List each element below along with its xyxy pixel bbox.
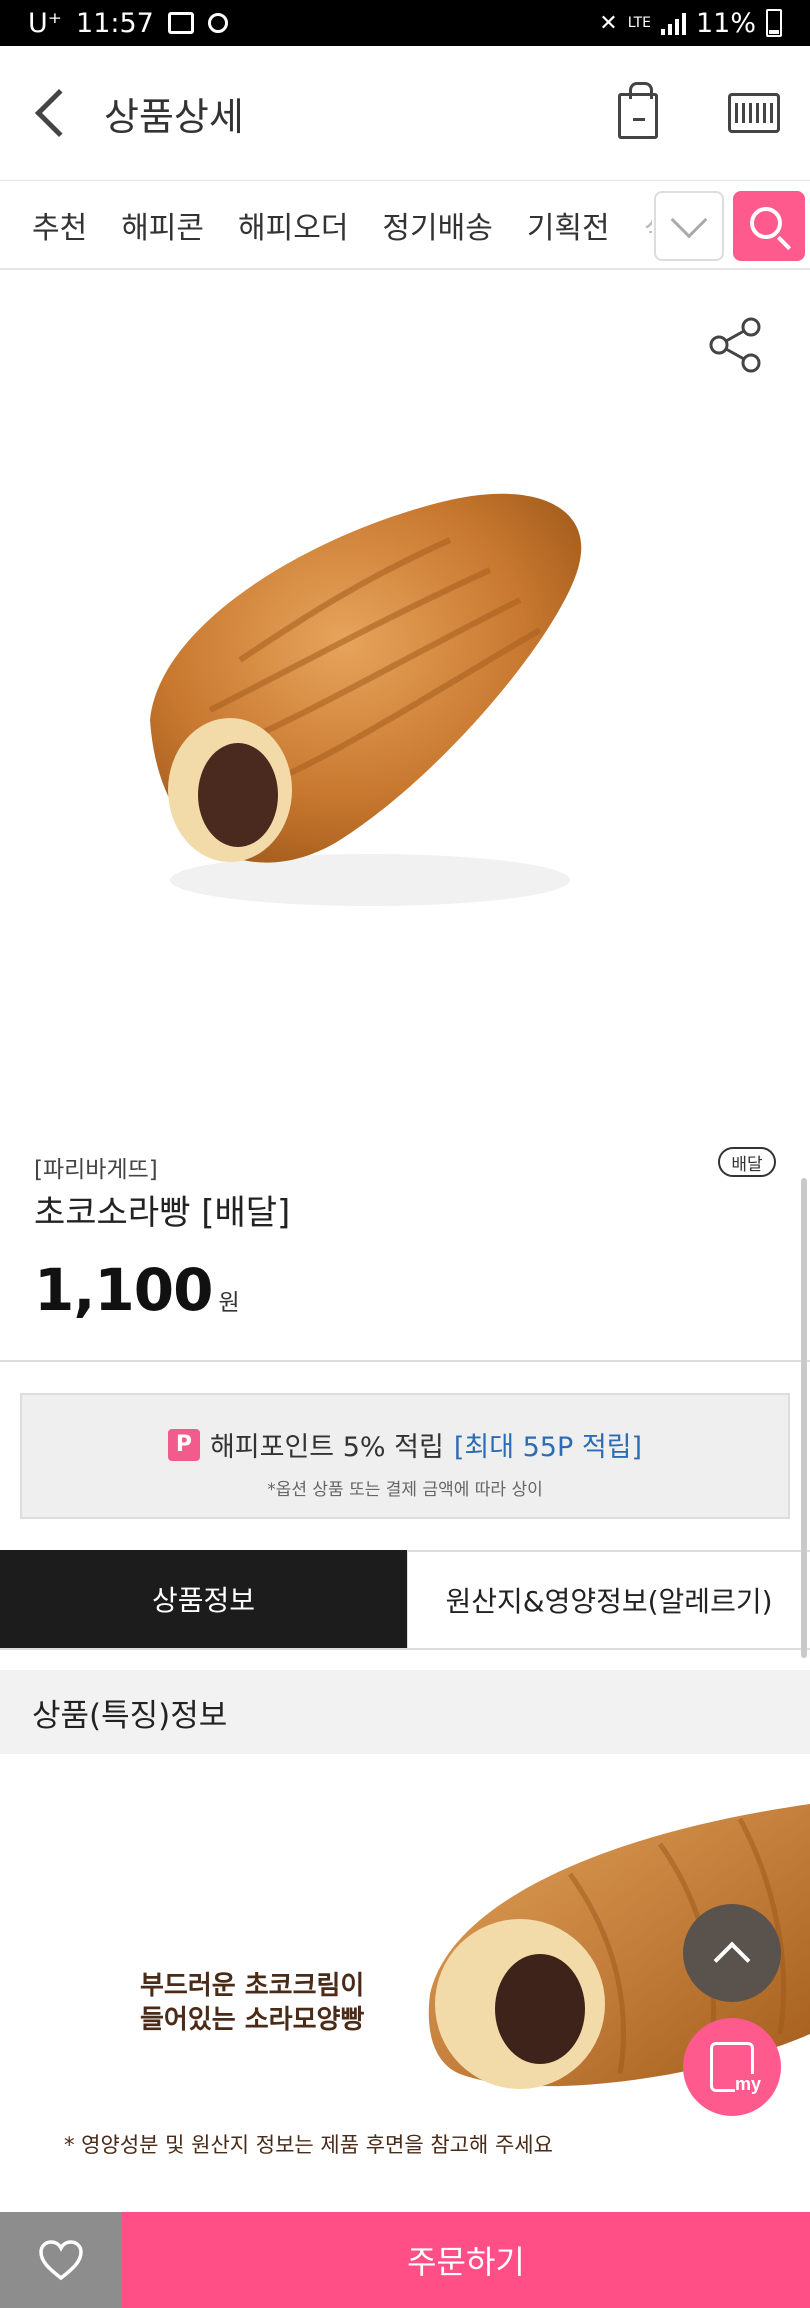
point-rate-text: 해피포인트 5% 적립 xyxy=(209,1432,444,1463)
detail-note: * 영양성분 및 원산지 정보는 제품 후면을 참고해 주세요 xyxy=(64,2133,553,2157)
category-item-recommend[interactable]: 추천 xyxy=(32,203,87,247)
bottom-bar: 주문하기 xyxy=(0,2212,810,2308)
point-note: *옵션 상품 또는 결제 금액에 따라 상이 xyxy=(267,1480,543,1500)
happy-point-box: P 해피포인트 5% 적립 [최대 55P 적립] *옵션 상품 또는 결제 금… xyxy=(20,1393,790,1519)
chevron-up-icon xyxy=(713,1941,751,1979)
price-unit: 원 xyxy=(218,1290,240,1316)
battery-icon xyxy=(766,9,782,37)
detail-tagline: 부드러운 초코크림이 들어있는 소라모양빵 xyxy=(140,1969,364,2037)
order-button[interactable]: 주문하기 xyxy=(122,2212,810,2308)
shopping-bag-icon[interactable] xyxy=(618,82,658,139)
price-value: 1,100 xyxy=(34,1256,213,1324)
product-name: 초코소라빵 [배달] xyxy=(34,1193,291,1233)
alarm-icon xyxy=(207,13,228,33)
heart-icon xyxy=(39,2240,83,2281)
category-item-subscription[interactable]: 정기배송 xyxy=(382,203,492,247)
product-image xyxy=(150,493,582,906)
search-icon xyxy=(750,207,782,239)
signal-icon xyxy=(660,11,686,35)
share-icon[interactable] xyxy=(705,315,765,375)
brand-label: [파리바게뜨] xyxy=(34,1157,158,1183)
price: 1,100 원 xyxy=(34,1256,240,1324)
carrier-label: U⁺ xyxy=(28,7,63,39)
category-nav: 추천 해피콘 해피오더 정기배송 기획전 식 xyxy=(0,180,810,270)
mute-icon: ✕ xyxy=(599,10,618,36)
status-bar: U⁺ 11:57 ✕ LTE 11% xyxy=(0,0,810,46)
category-list: 추천 해피콘 해피오더 정기배송 기획전 식 xyxy=(0,203,652,247)
category-item-food[interactable]: 식 xyxy=(644,203,652,247)
scroll-top-button[interactable] xyxy=(683,1904,781,2002)
clock: 11:57 xyxy=(76,7,154,39)
my-label: my xyxy=(734,2074,761,2095)
section-title: 상품(특징)정보 xyxy=(0,1670,810,1754)
detail-image: 부드러운 초코크림이 들어있는 소라모양빵 * 영양성분 및 원산지 정보는 제… xyxy=(0,1754,810,2214)
detail-tabs: 상품정보 원산지&영양정보(알레르기) xyxy=(0,1550,810,1650)
gallery-notification-icon xyxy=(167,12,194,34)
back-icon[interactable] xyxy=(34,88,84,138)
delivery-badge: 배달 xyxy=(718,1147,776,1177)
network-type: LTE xyxy=(627,15,651,31)
wishlist-button[interactable] xyxy=(0,2212,122,2308)
scrollbar[interactable] xyxy=(801,1178,807,1658)
search-button[interactable] xyxy=(733,191,805,261)
point-info: P 해피포인트 5% 적립 [최대 55P 적립] xyxy=(22,1425,788,1464)
my-menu-button[interactable]: my xyxy=(683,2018,781,2116)
battery-percent: 11% xyxy=(695,7,756,39)
tab-product-info[interactable]: 상품정보 xyxy=(0,1550,407,1648)
page-title: 상품상세 xyxy=(104,94,244,139)
category-item-happycon[interactable]: 해피콘 xyxy=(121,203,204,247)
tagline-line-2: 들어있는 소라모양빵 xyxy=(140,2005,365,2035)
barcode-icon[interactable] xyxy=(728,93,780,133)
happy-point-icon: P xyxy=(167,1428,200,1461)
app-header: 상품상세 xyxy=(0,46,810,180)
point-max-text: [최대 55P 적립] xyxy=(453,1432,643,1463)
category-item-promotions[interactable]: 기획전 xyxy=(527,203,610,247)
divider xyxy=(0,1360,810,1362)
tagline-line-1: 부드러운 초코크림이 xyxy=(140,1971,365,2001)
my-document-icon: my xyxy=(710,2042,761,2095)
category-item-happyorder[interactable]: 해피오더 xyxy=(238,203,348,247)
tab-origin-nutrition[interactable]: 원산지&영양정보(알레르기) xyxy=(407,1550,810,1648)
chevron-down-icon xyxy=(670,201,708,239)
category-dropdown-button[interactable] xyxy=(654,191,724,261)
